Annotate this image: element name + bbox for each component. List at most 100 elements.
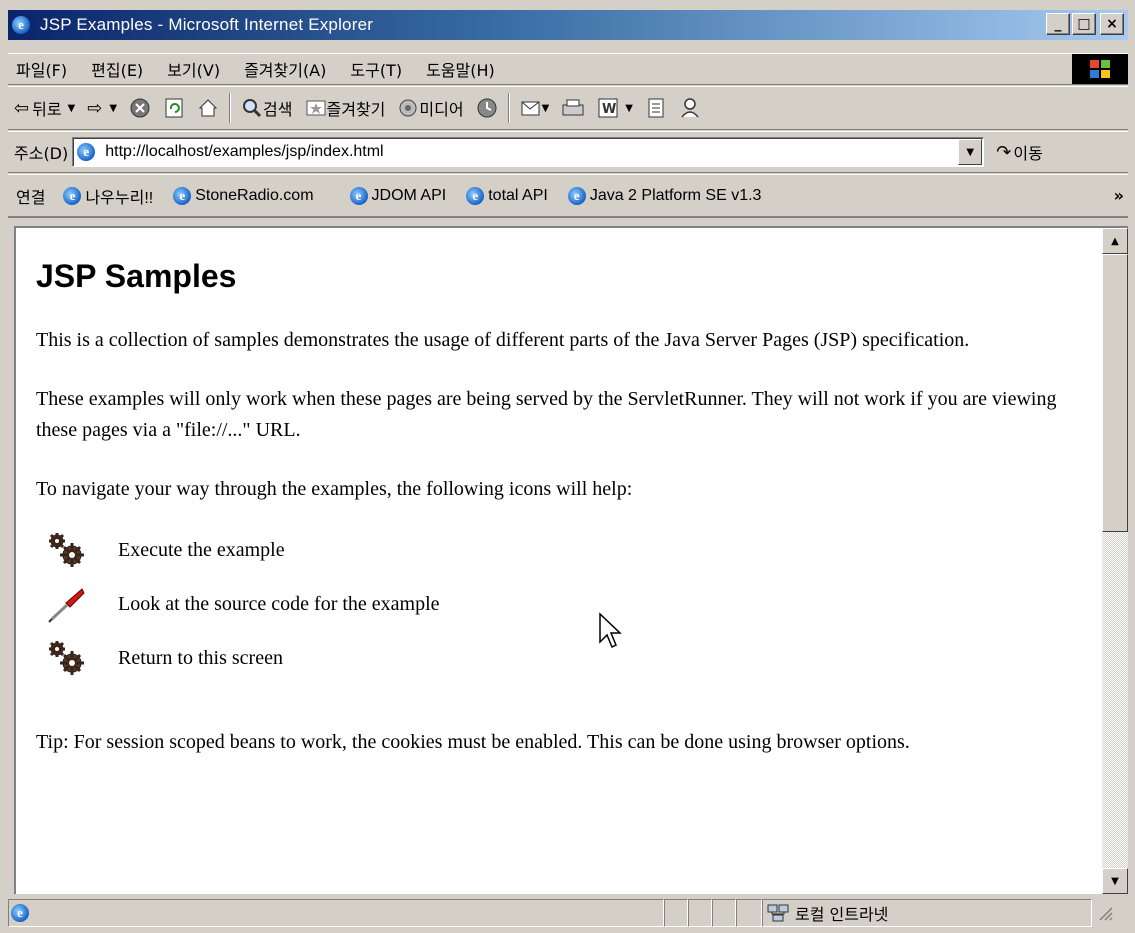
discuss-icon xyxy=(648,98,664,118)
status-panel xyxy=(712,899,736,927)
refresh-button[interactable] xyxy=(157,97,191,119)
servletrunner-paragraph: These examples will only work when these… xyxy=(36,388,1057,441)
icon-legend: Execute the example Look at the source c… xyxy=(44,523,1082,685)
media-button[interactable]: 미디어 xyxy=(391,96,469,120)
back-button[interactable]: ⇦ 뒤로 ▼ xyxy=(8,96,81,120)
address-url[interactable]: http://localhost/examples/jsp/index.html xyxy=(105,143,383,161)
link-total-api[interactable]: e total API xyxy=(456,186,558,205)
mail-button[interactable]: ▼ xyxy=(514,97,556,119)
chevron-down-icon: ▼ xyxy=(541,102,550,114)
close-button[interactable]: × xyxy=(1100,13,1124,35)
page-icon: e xyxy=(77,143,96,161)
address-input[interactable]: e http://localhost/examples/jsp/index.ht… xyxy=(72,137,985,167)
page-content: JSP Samples This is a collection of samp… xyxy=(14,226,1102,894)
ie-page-icon: e xyxy=(63,186,82,205)
search-button[interactable]: 검색 xyxy=(235,96,298,120)
minimize-button[interactable]: _ xyxy=(1046,13,1070,35)
print-button[interactable] xyxy=(555,97,591,119)
icon-description: Look at the source code for the example xyxy=(118,592,440,615)
link-label: Java 2 Platform SE v1.3 xyxy=(589,186,762,204)
history-button[interactable] xyxy=(470,97,504,119)
tip-paragraph: Tip: For session scoped beans to work, t… xyxy=(36,731,910,753)
maximize-button[interactable]: □ xyxy=(1072,13,1096,35)
link-nownuri[interactable]: e 나우누리!! xyxy=(53,184,163,208)
menu-view[interactable]: 보기(V) xyxy=(155,57,232,81)
zone-label: 로컬 인트라넷 xyxy=(795,905,889,924)
favorites-label: 즐겨찾기 xyxy=(326,100,386,119)
page-status-icon: e xyxy=(11,904,29,922)
media-icon xyxy=(399,99,417,117)
icon-description: Execute the example xyxy=(118,538,285,561)
status-panel xyxy=(664,899,688,927)
list-item: Execute the example xyxy=(44,523,1082,577)
media-label: 미디어 xyxy=(419,100,464,119)
link-jdom-api[interactable]: e JDOM API xyxy=(340,186,457,205)
menu-bar: 파일(F) 편집(E) 보기(V) 즐겨찾기(A) 도구(T) 도움말(H) xyxy=(8,53,1128,85)
zone-panel[interactable]: 로컬 인트라넷 xyxy=(762,899,1092,927)
address-dropdown-button[interactable]: ▼ xyxy=(958,139,983,165)
window-title: JSP Examples - Microsoft Internet Explor… xyxy=(40,15,374,34)
status-text-panel: e xyxy=(8,899,664,927)
return-gears-icon[interactable] xyxy=(44,638,88,678)
discuss-button[interactable] xyxy=(639,97,673,119)
link-label: JDOM API xyxy=(371,186,447,204)
page-heading: JSP Samples xyxy=(36,258,237,294)
mouse-cursor-icon xyxy=(599,612,622,649)
stop-icon xyxy=(130,98,150,118)
status-bar: e 로컬 인트라넷 xyxy=(8,898,1128,928)
home-button[interactable] xyxy=(191,97,225,119)
messenger-icon xyxy=(681,98,699,118)
link-label: 나우누리!! xyxy=(85,189,154,207)
favorites-icon xyxy=(306,100,325,116)
scroll-down-button[interactable]: ▼ xyxy=(1102,868,1128,894)
ie-page-icon: e xyxy=(173,186,192,205)
list-item: Look at the source code for the example xyxy=(44,577,1082,631)
address-label: 주소(D) xyxy=(14,144,69,163)
link-stoneradio[interactable]: e StoneRadio.com xyxy=(163,186,323,205)
links-more-button[interactable]: » xyxy=(1114,186,1124,205)
ie-logo-icon: e xyxy=(12,16,30,34)
menu-help[interactable]: 도움말(H) xyxy=(414,57,507,81)
messenger-button[interactable] xyxy=(673,97,707,119)
back-arrow-icon: ⇦ xyxy=(14,97,30,119)
link-label: total API xyxy=(488,186,548,204)
menu-tools[interactable]: 도구(T) xyxy=(338,57,414,81)
chevron-down-icon: ▼ xyxy=(109,102,118,114)
icon-description: Return to this screen xyxy=(118,646,283,669)
toolbar-separator xyxy=(507,93,510,123)
printer-icon xyxy=(562,99,584,116)
local-intranet-icon xyxy=(767,904,789,922)
home-icon xyxy=(198,99,218,117)
chevron-down-icon: ▼ xyxy=(625,102,633,114)
intro-paragraph: This is a collection of samples demonstr… xyxy=(36,329,970,351)
link-java2-platform[interactable]: e Java 2 Platform SE v1.3 xyxy=(558,186,772,205)
status-panel xyxy=(736,899,762,927)
source-code-screwdriver-icon[interactable] xyxy=(44,584,88,624)
status-panel xyxy=(688,899,712,927)
standard-toolbar: ⇦ 뒤로 ▼ ⇨ ▼ 검색 즐겨찾기 미디어 ▼ W ▼ xyxy=(8,86,1128,130)
list-item: Return to this screen xyxy=(44,631,1082,685)
go-button[interactable]: ↷ 이동 xyxy=(996,140,1043,164)
ie-window: e JSP Examples - Microsoft Internet Expl… xyxy=(0,0,1135,933)
stop-button[interactable] xyxy=(123,97,157,119)
menu-favorites[interactable]: 즐겨찾기(A) xyxy=(232,57,338,81)
resize-grip-icon[interactable] xyxy=(1096,904,1114,922)
execute-gears-icon[interactable] xyxy=(44,530,88,570)
search-label: 검색 xyxy=(263,100,293,119)
search-icon xyxy=(243,99,262,118)
menu-edit[interactable]: 편집(E) xyxy=(79,57,155,81)
title-bar[interactable]: e JSP Examples - Microsoft Internet Expl… xyxy=(8,10,1128,40)
history-icon xyxy=(477,98,497,118)
scroll-thumb[interactable] xyxy=(1102,254,1128,532)
go-label: 이동 xyxy=(1013,144,1043,163)
edit-button[interactable]: W ▼ xyxy=(591,97,639,119)
address-bar: 주소(D) e http://localhost/examples/jsp/in… xyxy=(8,131,1128,173)
menu-file[interactable]: 파일(F) xyxy=(8,57,79,81)
link-label: StoneRadio.com xyxy=(195,186,314,204)
favorites-button[interactable]: 즐겨찾기 xyxy=(299,96,392,120)
refresh-icon xyxy=(165,98,183,118)
word-edit-icon: W xyxy=(598,98,618,118)
scroll-up-button[interactable]: ▲ xyxy=(1102,228,1128,254)
forward-button[interactable]: ⇨ ▼ xyxy=(81,98,123,119)
vertical-scrollbar[interactable]: ▲ ▼ xyxy=(1102,226,1128,894)
